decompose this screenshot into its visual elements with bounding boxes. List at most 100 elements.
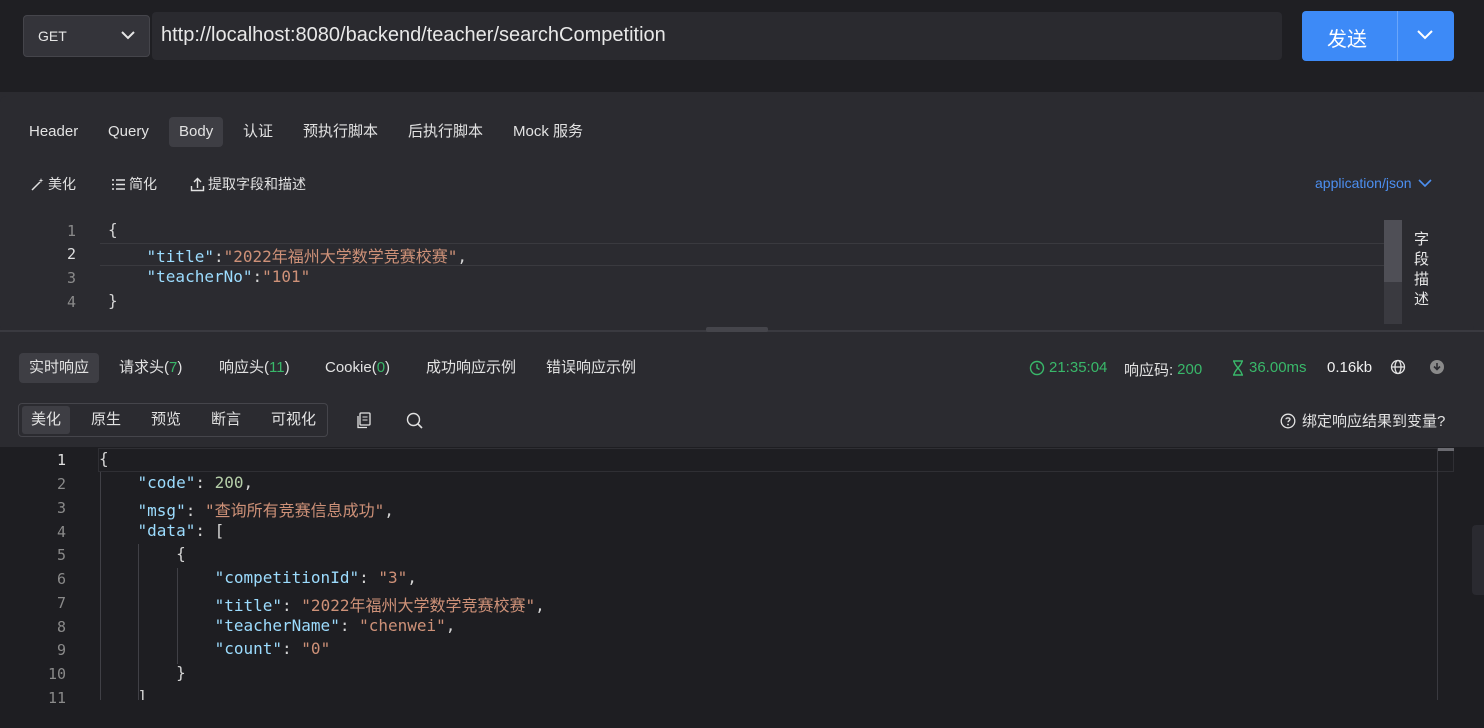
tab-error-example[interactable]: 错误响应示例 xyxy=(536,353,646,383)
code-line[interactable]: "data": [ xyxy=(99,521,225,540)
code-line[interactable]: "teacherNo":"101" xyxy=(108,267,311,286)
duration-value: 36.00ms xyxy=(1249,359,1307,376)
code-line[interactable]: "code": 200, xyxy=(99,473,254,492)
clock-icon xyxy=(1029,360,1045,375)
url-text: http://localhost:8080/backend/teacher/se… xyxy=(161,24,666,46)
json-string: "查询所有竞赛信息成功" xyxy=(204,501,385,520)
json-key: "competitionId" xyxy=(214,568,360,587)
code-line[interactable]: "title": "2022年福州大学数学竞赛校赛", xyxy=(99,592,545,616)
status-code: 响应码: 200 xyxy=(1124,359,1202,380)
line-number: 2 xyxy=(56,475,66,493)
send-dropdown-chevron-icon[interactable] xyxy=(1417,30,1433,40)
extract-fields-button[interactable]: 提取字段和描述 xyxy=(190,174,306,194)
tab-cookie[interactable]: Cookie(0) xyxy=(315,353,400,383)
tab-request-headers[interactable]: 请求头(7) xyxy=(109,353,192,383)
response-time: 21:35:04 xyxy=(1029,359,1107,376)
chevron-down-icon xyxy=(121,31,135,40)
json-key: "count" xyxy=(214,639,283,658)
tab-response-headers[interactable]: 响应头(11) xyxy=(209,353,300,383)
code-line[interactable]: { xyxy=(108,220,118,239)
view-tab-beautify[interactable]: 美化 xyxy=(22,406,71,434)
splitter-handle[interactable] xyxy=(706,327,768,332)
bind-variable-link[interactable]: 绑定响应结果到变量? xyxy=(1280,410,1445,431)
json-key: "code" xyxy=(137,473,196,492)
brace: } xyxy=(108,291,118,310)
line-number: 7 xyxy=(56,594,66,612)
tab-label-close: ) xyxy=(385,359,391,376)
view-tab-assert[interactable]: 断言 xyxy=(202,406,250,434)
json-string: "101" xyxy=(262,267,311,286)
line-number: 5 xyxy=(56,546,66,564)
tab-post-script[interactable]: 后执行脚本 xyxy=(398,117,493,147)
scrollbar-marker xyxy=(1438,448,1454,451)
response-time-value: 21:35:04 xyxy=(1049,359,1108,376)
code-line[interactable]: { xyxy=(99,449,109,468)
tab-mock[interactable]: Mock 服务 xyxy=(503,117,593,147)
line-number: 4 xyxy=(56,523,66,541)
tab-query[interactable]: Query xyxy=(98,117,159,147)
simplify-label: 简化 xyxy=(129,176,157,192)
json-key: "teacherName" xyxy=(214,616,340,635)
line-number: 11 xyxy=(47,689,66,707)
tab-label: Cookie( xyxy=(325,359,377,376)
line-number: 10 xyxy=(47,665,66,683)
line-number: 2 xyxy=(66,245,76,263)
globe-icon[interactable] xyxy=(1390,359,1406,375)
line-number: 8 xyxy=(56,618,66,636)
code-line[interactable]: "count": "0" xyxy=(99,639,331,658)
code-line[interactable]: "teacherName": "chenwei", xyxy=(99,616,456,635)
view-tab-visualize[interactable]: 可视化 xyxy=(262,406,325,434)
response-scrollbar[interactable] xyxy=(1437,448,1454,700)
method-select[interactable]: GET xyxy=(23,15,150,57)
tab-body[interactable]: Body xyxy=(169,117,224,147)
scrollbar-thumb[interactable] xyxy=(1384,220,1402,282)
response-size: 0.16kb xyxy=(1327,359,1373,376)
search-icon[interactable] xyxy=(406,412,423,432)
beautify-button[interactable]: 美化 xyxy=(30,174,76,194)
line-number: 9 xyxy=(56,641,66,659)
editor-scrollbar[interactable] xyxy=(1384,220,1402,324)
upload-icon xyxy=(190,177,205,191)
code-line[interactable]: "title":"2022年福州大学数学竞赛校赛", xyxy=(108,243,468,267)
json-string: "3" xyxy=(378,568,408,587)
code-line[interactable]: "msg": "查询所有竞赛信息成功", xyxy=(99,497,394,521)
json-string: "chenwei" xyxy=(359,616,446,635)
simplify-button[interactable]: 简化 xyxy=(111,174,157,194)
code-line[interactable]: "competitionId": "3", xyxy=(99,568,417,587)
content-type-select[interactable]: application/json xyxy=(1315,175,1432,191)
tab-header[interactable]: Header xyxy=(19,117,88,147)
status-value: 200 xyxy=(1177,361,1203,378)
line-number: 3 xyxy=(66,269,76,287)
send-divider xyxy=(1397,11,1398,61)
tab-success-example[interactable]: 成功响应示例 xyxy=(416,353,526,383)
download-icon[interactable] xyxy=(1429,359,1445,375)
duration: 36.00ms xyxy=(1231,359,1307,376)
tab-label-close: ) xyxy=(177,359,183,376)
tab-realtime-response[interactable]: 实时响应 xyxy=(19,353,100,383)
code-line[interactable]: } xyxy=(99,663,186,682)
json-key: "msg" xyxy=(137,501,186,520)
minimap-edge[interactable] xyxy=(1472,525,1484,595)
url-input[interactable]: http://localhost:8080/backend/teacher/se… xyxy=(152,12,1282,60)
beautify-label: 美化 xyxy=(48,176,76,192)
send-label: 发送 xyxy=(1327,29,1367,51)
view-tab-preview[interactable]: 预览 xyxy=(142,406,190,434)
view-tab-raw[interactable]: 原生 xyxy=(82,406,130,434)
code-line[interactable]: { xyxy=(99,544,186,563)
code-line[interactable]: ] xyxy=(99,687,148,700)
code-line[interactable]: } xyxy=(108,291,118,310)
chevron-down-icon xyxy=(1417,178,1432,187)
line-number: 1 xyxy=(66,222,76,240)
status-label: 响应码: xyxy=(1124,362,1174,379)
json-key: "title" xyxy=(146,247,214,266)
tab-pre-script[interactable]: 预执行脚本 xyxy=(293,117,388,147)
bind-variable-label: 绑定响应结果到变量? xyxy=(1302,413,1446,430)
line-number: 6 xyxy=(56,570,66,588)
field-description-toggle[interactable]: 字段描述 xyxy=(1414,230,1430,310)
send-button[interactable]: 发送 xyxy=(1302,11,1454,61)
count-badge: 0 xyxy=(376,359,386,376)
line-number: 3 xyxy=(56,499,66,517)
method-label: GET xyxy=(38,28,67,44)
copy-icon[interactable] xyxy=(356,412,372,432)
tab-auth[interactable]: 认证 xyxy=(233,117,283,147)
